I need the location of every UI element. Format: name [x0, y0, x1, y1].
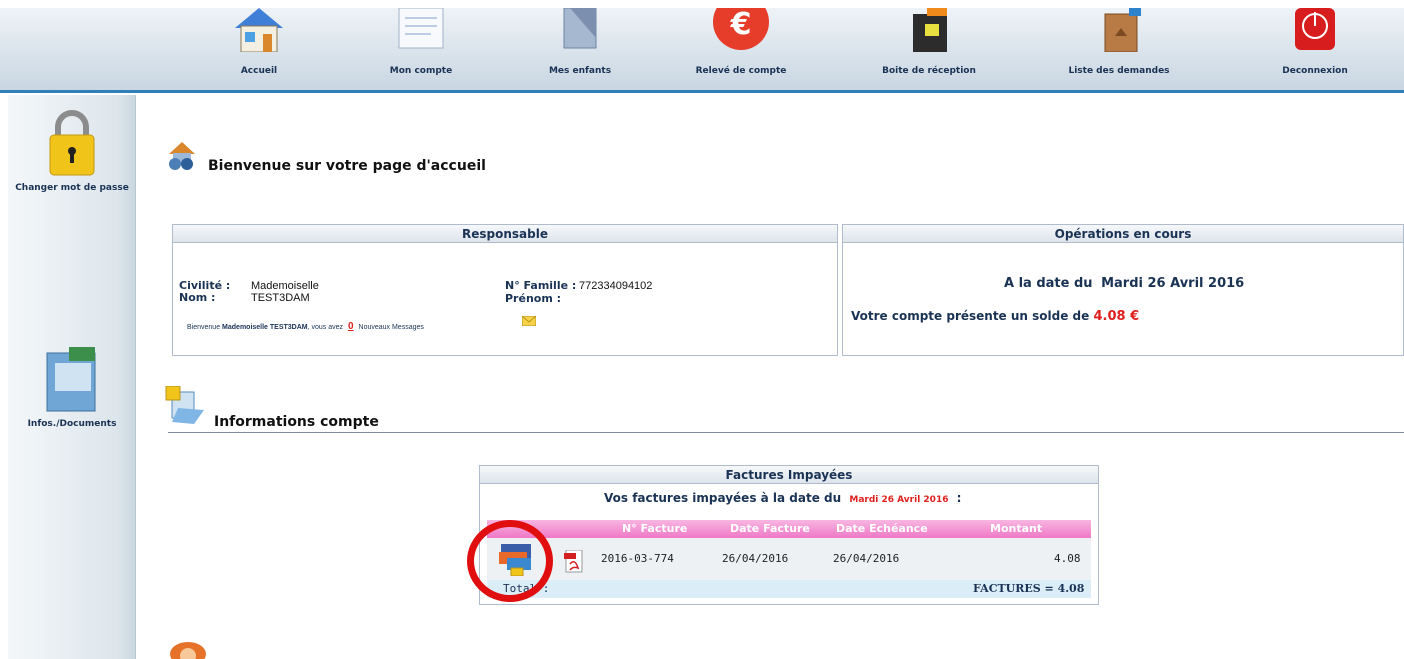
nav-label: Mon compte — [389, 66, 453, 76]
nav-label: Mes enfants — [548, 66, 612, 76]
padlock-icon — [49, 110, 95, 176]
prenom-label: Prénom : — [505, 292, 562, 305]
solde-prefix: Votre compte présente un solde de — [851, 309, 1090, 323]
messages-suffix: Nouveaux Messages — [358, 324, 424, 331]
nav-liste-demandes[interactable]: Liste des demandes — [1054, 8, 1184, 93]
section-divider — [168, 432, 1404, 433]
section-title-informations: Informations compte — [214, 414, 379, 430]
operations-header: Opérations en cours — [843, 225, 1403, 243]
operations-date-line: A la date du Mardi 26 Avril 2016 — [1004, 276, 1244, 291]
sidebar-item-label: Infos./Documents — [27, 419, 117, 429]
highlight-circle — [467, 520, 553, 602]
responsable-header: Responsable — [173, 225, 837, 243]
euro-icon: € — [713, 8, 769, 50]
messages-mid: , vous avez — [307, 324, 344, 331]
sidebar-item-label: Changer mot de passe — [15, 183, 129, 193]
sidebar-item-infos-documents[interactable]: Infos./Documents — [8, 345, 136, 429]
solde-line: Votre compte présente un solde de 4.08 € — [851, 309, 1139, 324]
nav-mon-compte[interactable]: Mon compte — [356, 8, 486, 93]
welcome-home-icon — [169, 142, 195, 170]
nav-releve-compte[interactable]: € Relevé de compte — [676, 8, 806, 93]
nav-accueil[interactable]: Accueil — [194, 8, 324, 93]
envelope-icon[interactable] — [522, 316, 536, 326]
svg-text:€: € — [730, 8, 752, 42]
nav-deconnexion[interactable]: Deconnexion — [1250, 8, 1380, 93]
documents-icon — [46, 347, 96, 412]
cell-date-echeance: 26/04/2016 — [833, 552, 900, 565]
nav-label: Relevé de compte — [695, 66, 787, 76]
requests-box-icon — [1104, 8, 1141, 52]
factures-subtitle-date: Mardi 26 Avril 2016 — [849, 495, 949, 505]
cell-montant: 4.08 — [1054, 552, 1081, 565]
nav-mes-enfants[interactable]: Mes enfants — [515, 8, 645, 93]
messages-line: Bienvenue Mademoiselle TEST3DAM, vous av… — [187, 321, 424, 332]
pdf-icon[interactable] — [564, 550, 586, 574]
left-sidebar: Changer mot de passe Infos./Documents — [8, 95, 136, 659]
messages-prefix: Bienvenue — [187, 324, 221, 331]
factures-header: Factures Impayées — [480, 466, 1098, 484]
home-icon — [235, 8, 283, 52]
date-prefix: A la date du — [1004, 276, 1093, 291]
col-montant: Montant — [990, 522, 1043, 535]
factures-subtitle-prefix: Vos factures impayées à la date du — [604, 491, 842, 505]
power-icon — [1295, 8, 1335, 50]
civilite-value: Mademoiselle — [251, 280, 319, 292]
date-value: Mardi 26 Avril 2016 — [1101, 276, 1245, 291]
account-icon — [398, 8, 444, 49]
col-date-echeance: Date Echéance — [836, 522, 928, 535]
factures-subtitle-suffix: : — [956, 491, 962, 505]
total-value: FACTURES = 4.08 — [973, 582, 1085, 595]
col-numero: N° Facture — [622, 522, 688, 535]
account-info-icon — [165, 386, 204, 424]
nav-label: Accueil — [240, 66, 278, 76]
famille-label: N° Famille : — [505, 279, 577, 292]
factures-subtitle: Vos factures impayées à la date du Mardi… — [604, 491, 961, 505]
page-title: Bienvenue sur votre page d'accueil — [208, 158, 486, 174]
solde-value: 4.08 € — [1093, 309, 1140, 324]
nav-label: Deconnexion — [1282, 66, 1348, 76]
inbox-icon — [913, 8, 947, 52]
famille-value: 772334094102 — [579, 280, 653, 292]
messages-count-link[interactable]: 0 — [348, 321, 354, 332]
messages-name: Mademoiselle TEST3DAM — [222, 324, 308, 331]
cell-date-facture: 26/04/2016 — [722, 552, 789, 565]
top-nav: Accueil Mon compte Mes enfants € Relevé … — [0, 8, 1404, 93]
children-icon — [563, 8, 597, 49]
nav-label: Boite de réception — [882, 66, 976, 76]
nav-label: Liste des demandes — [1068, 66, 1170, 76]
sidebar-item-change-password[interactable]: Changer mot de passe — [8, 107, 136, 193]
nav-boite-reception[interactable]: Boite de réception — [864, 8, 994, 93]
cell-numero: 2016-03-774 — [601, 552, 674, 565]
nom-label: Nom : — [179, 291, 216, 304]
col-date-facture: Date Facture — [730, 522, 810, 535]
person-icon — [170, 642, 206, 659]
nom-value: TEST3DAM — [251, 292, 310, 304]
